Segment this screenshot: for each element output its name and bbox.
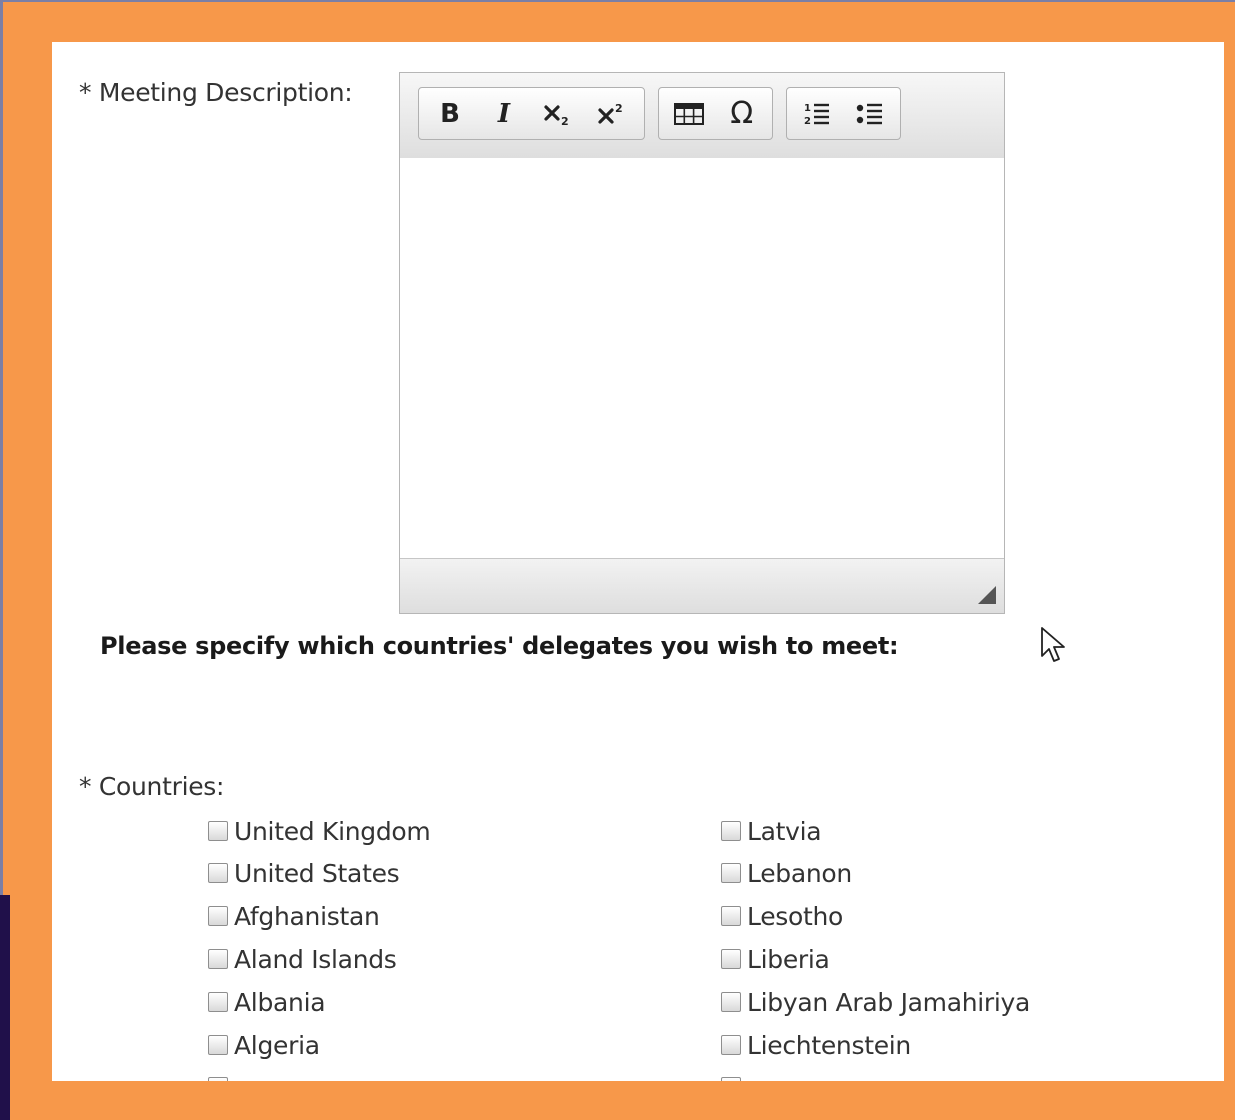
- country-option[interactable]: Liberia: [721, 941, 830, 977]
- checkbox[interactable]: [721, 863, 741, 883]
- checkbox[interactable]: [208, 992, 228, 1012]
- country-label: Latvia: [747, 816, 822, 846]
- table-icon: [674, 102, 705, 125]
- country-label: United States: [234, 858, 400, 888]
- country-option[interactable]: Lesotho: [721, 898, 843, 934]
- country-option[interactable]: Liechtenstein: [721, 1027, 911, 1063]
- country-option[interactable]: Aland Islands: [208, 941, 397, 977]
- checkbox[interactable]: [208, 1035, 228, 1055]
- window-edge-top: [0, 0, 1235, 2]
- country-label: United Kingdom: [234, 816, 431, 846]
- resize-handle-icon[interactable]: [978, 586, 996, 604]
- editor-status-bar: [400, 558, 1004, 613]
- numbered-list-button[interactable]: 1 2: [791, 92, 844, 136]
- superscript-icon: 2: [598, 102, 623, 124]
- checkbox[interactable]: [721, 1035, 741, 1055]
- bulleted-list-button[interactable]: [844, 92, 897, 136]
- checkbox[interactable]: [208, 863, 228, 883]
- countries-label: * Countries:: [79, 772, 225, 801]
- country-label: Lesotho: [747, 901, 844, 931]
- toolbar-group-insert: Ω: [658, 87, 773, 140]
- country-label: Afghanistan: [234, 901, 380, 931]
- background-window-strip: [0, 895, 10, 1120]
- country-option-partial[interactable]: [208, 1069, 234, 1081]
- form-panel: * Meeting Description: B I 2 2 Ω 1 2 Ple…: [52, 42, 1224, 1081]
- country-option[interactable]: Libyan Arab Jamahiriya: [721, 984, 1030, 1020]
- superscript-button[interactable]: 2: [585, 92, 639, 136]
- country-label: Algeria: [234, 1030, 320, 1060]
- country-option-partial[interactable]: [721, 1069, 747, 1081]
- checkbox[interactable]: [721, 992, 741, 1012]
- country-label: Albania: [234, 987, 326, 1017]
- svg-text:2: 2: [615, 102, 623, 115]
- svg-text:2: 2: [561, 115, 569, 127]
- table-button[interactable]: [663, 92, 716, 136]
- special-character-button[interactable]: Ω: [716, 92, 769, 136]
- checkbox[interactable]: [208, 1077, 228, 1081]
- rich-text-editor: B I 2 2 Ω 1 2: [399, 72, 1005, 614]
- numbered-list-icon: 1 2: [804, 103, 830, 127]
- italic-button[interactable]: I: [477, 92, 531, 136]
- toolbar-group-formatting: B I 2 2: [418, 87, 645, 140]
- country-option[interactable]: United States: [208, 855, 400, 891]
- checkbox[interactable]: [721, 1077, 741, 1081]
- svg-text:2: 2: [804, 116, 811, 127]
- subscript-icon: 2: [544, 104, 569, 127]
- meeting-description-label: * Meeting Description:: [79, 78, 353, 107]
- svg-text:1: 1: [804, 103, 811, 114]
- country-label: Lebanon: [747, 858, 852, 888]
- country-option[interactable]: Afghanistan: [208, 898, 380, 934]
- window-edge-left: [0, 0, 3, 895]
- countries-instruction: Please specify which countries' delegate…: [100, 632, 899, 660]
- country-label: Aland Islands: [234, 944, 397, 974]
- checkbox[interactable]: [208, 949, 228, 969]
- checkbox[interactable]: [721, 949, 741, 969]
- editor-content-area[interactable]: [400, 158, 1004, 560]
- bold-button[interactable]: B: [423, 92, 477, 136]
- checkbox[interactable]: [208, 906, 228, 926]
- country-option[interactable]: Latvia: [721, 813, 822, 849]
- editor-toolbar: B I 2 2 Ω 1 2: [400, 73, 1004, 159]
- country-option[interactable]: Albania: [208, 984, 326, 1020]
- country-option[interactable]: Lebanon: [721, 855, 852, 891]
- country-label: Liberia: [747, 944, 830, 974]
- checkbox[interactable]: [721, 821, 741, 841]
- country-option[interactable]: Algeria: [208, 1027, 320, 1063]
- checkbox[interactable]: [721, 906, 741, 926]
- subscript-button[interactable]: 2: [531, 92, 585, 136]
- toolbar-group-lists: 1 2: [786, 87, 901, 140]
- country-label: Libyan Arab Jamahiriya: [747, 987, 1031, 1017]
- country-option[interactable]: United Kingdom: [208, 813, 431, 849]
- bulleted-list-icon: [856, 103, 882, 124]
- mouse-pointer-icon: [1041, 627, 1065, 662]
- country-label: Liechtenstein: [747, 1030, 911, 1060]
- checkbox[interactable]: [208, 821, 228, 841]
